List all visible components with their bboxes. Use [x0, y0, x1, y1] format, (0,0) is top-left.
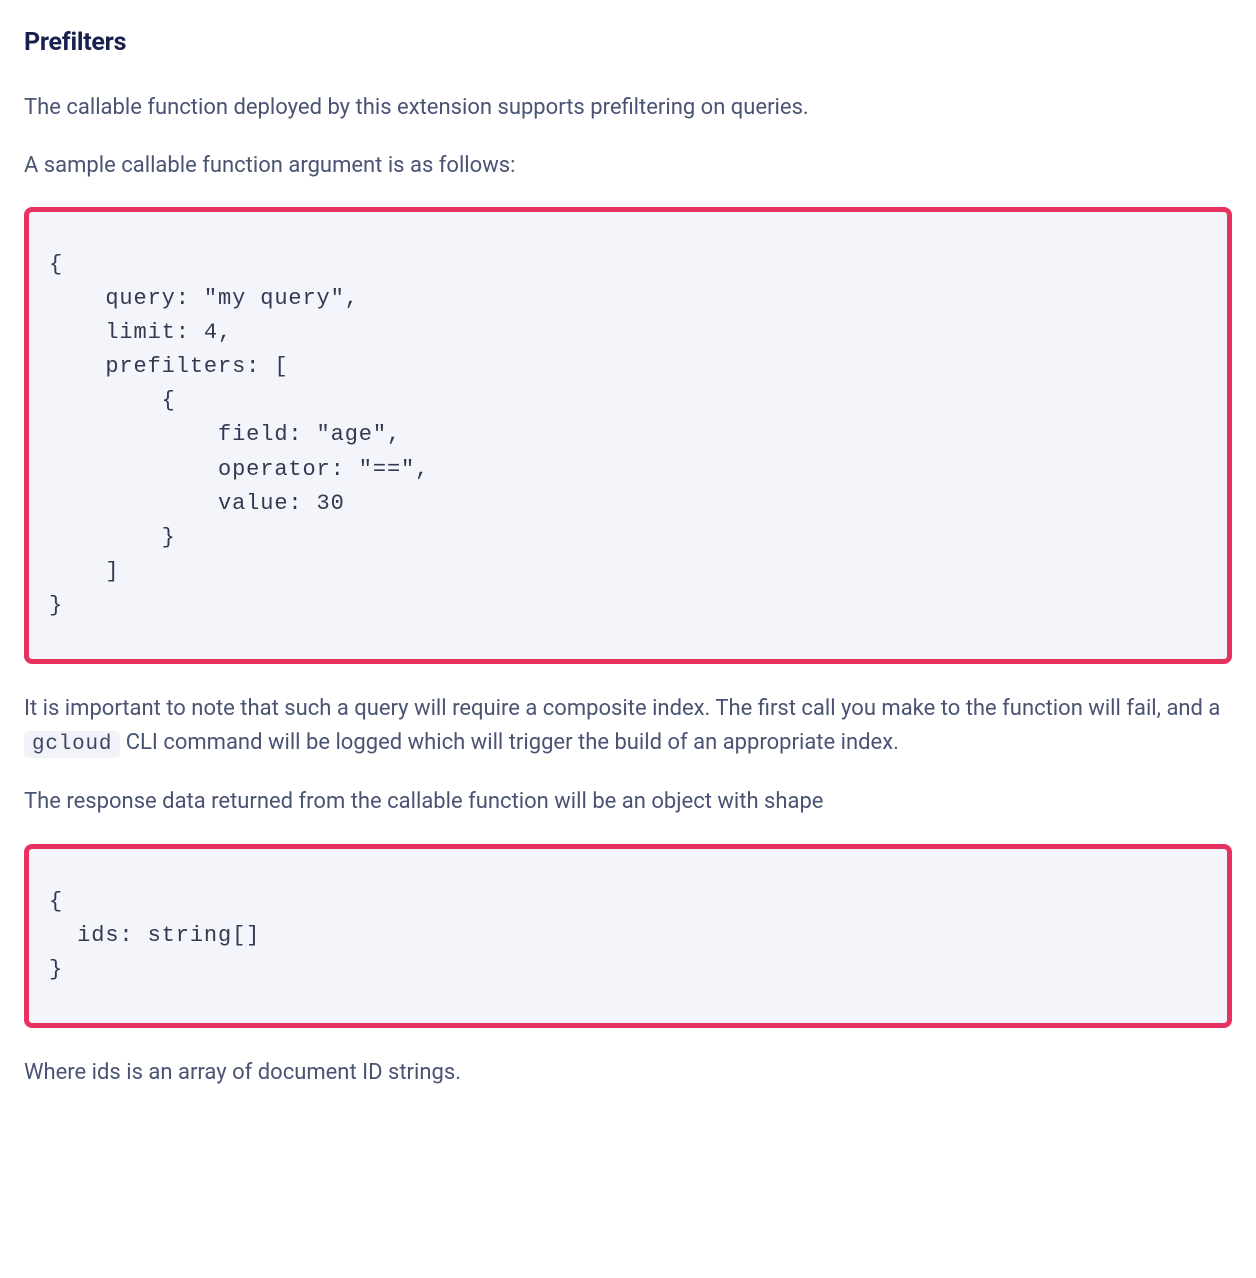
- section-heading: Prefilters: [24, 24, 1232, 63]
- code-block-prefilter-example: { query: "my query", limit: 4, prefilter…: [24, 207, 1232, 664]
- composite-note-post: CLI command will be logged which will tr…: [120, 730, 899, 755]
- code-block-response-shape: { ids: string[] }: [24, 844, 1232, 1028]
- inline-code-gcloud: gcloud: [24, 731, 120, 758]
- composite-note-pre: It is important to note that such a quer…: [24, 696, 1220, 721]
- composite-index-note: It is important to note that such a quer…: [24, 692, 1232, 761]
- closing-paragraph: Where ids is an array of document ID str…: [24, 1056, 1232, 1090]
- sample-lead-in: A sample callable function argument is a…: [24, 149, 1232, 183]
- intro-paragraph: The callable function deployed by this e…: [24, 91, 1232, 125]
- response-lead-in: The response data returned from the call…: [24, 785, 1232, 819]
